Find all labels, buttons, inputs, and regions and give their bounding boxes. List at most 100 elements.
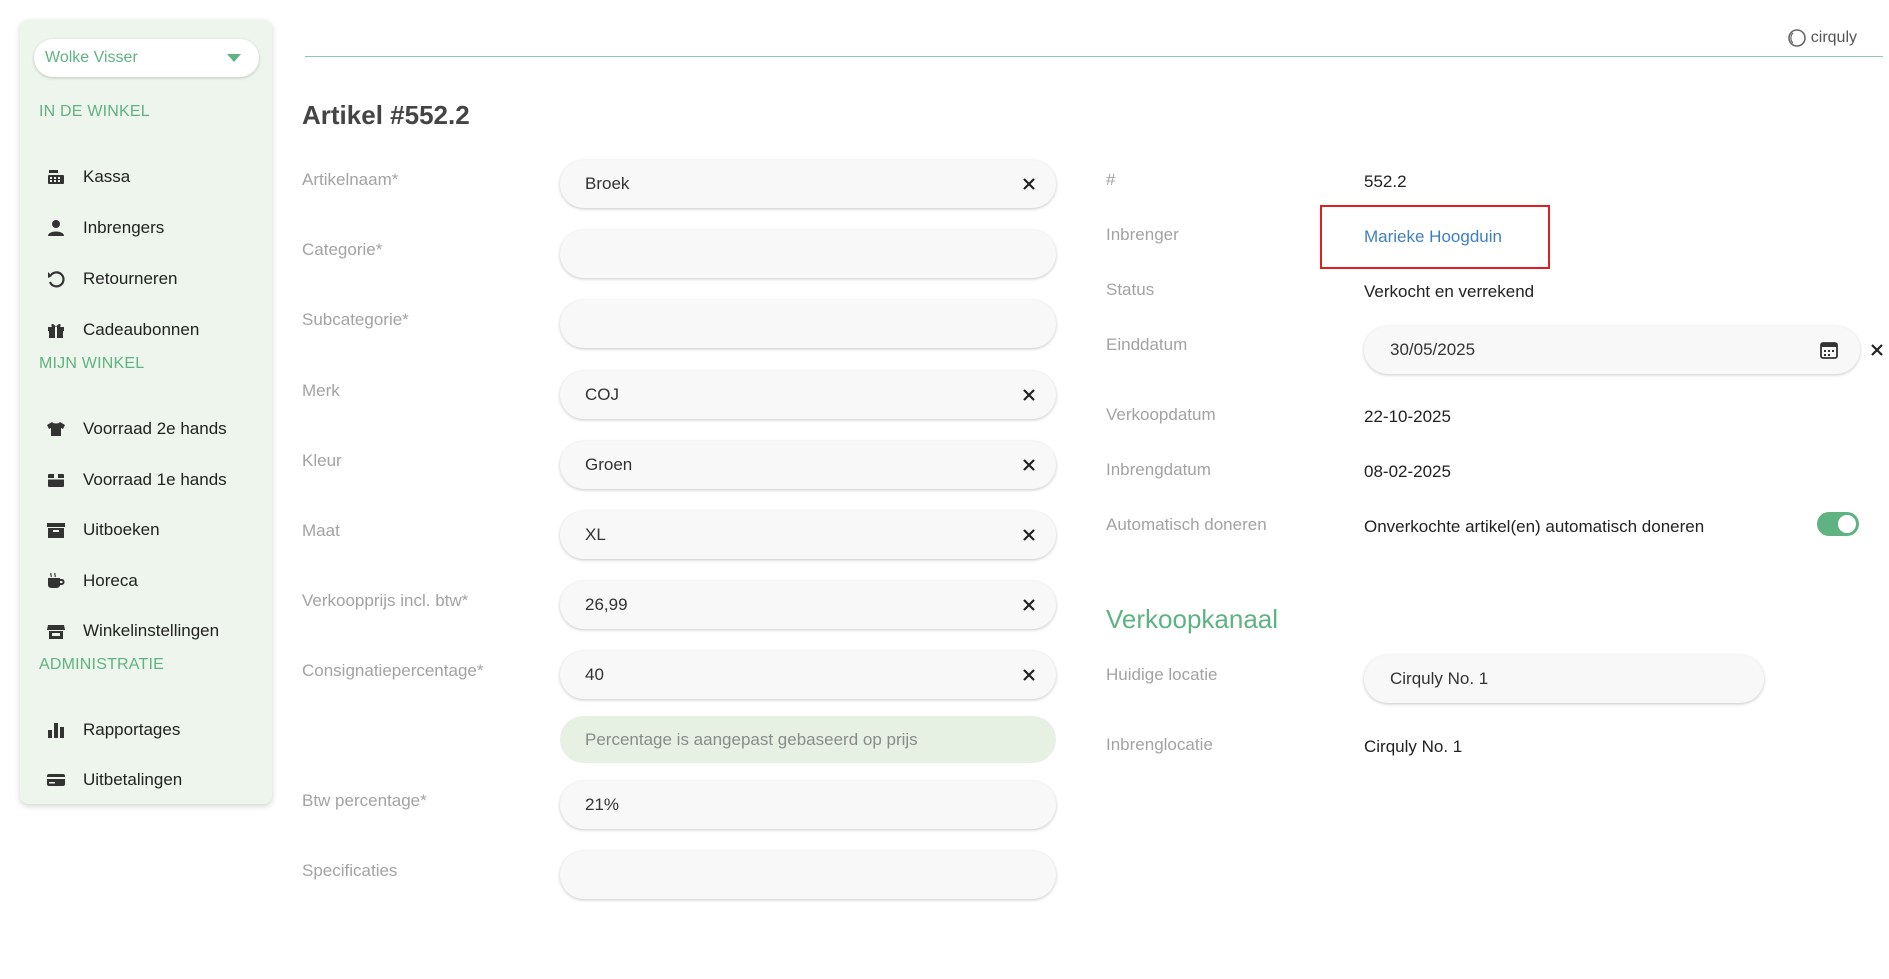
toggle-knob bbox=[1838, 515, 1856, 533]
label-inbrenger: Inbrenger bbox=[1106, 225, 1179, 244]
sidebar-item-cadeaubonnen[interactable]: Cadeaubonnen bbox=[20, 310, 272, 350]
label-id: # bbox=[1106, 170, 1116, 189]
field-value: COJ bbox=[585, 385, 619, 404]
label-categorie: Categorie* bbox=[302, 240, 383, 259]
einddatum-input[interactable]: 30/05/2025 bbox=[1364, 326, 1860, 374]
label-subcategorie: Subcategorie* bbox=[302, 310, 409, 329]
field-value: Groen bbox=[585, 455, 633, 474]
sidebar-item-label: Horeca bbox=[83, 571, 138, 590]
sidebar-item-label: Uitbetalingen bbox=[83, 770, 183, 789]
credit-card-icon bbox=[46, 770, 66, 790]
sidebar-item-winkelinstellingen[interactable]: Winkelinstellingen bbox=[20, 611, 272, 651]
close-icon[interactable] bbox=[1018, 454, 1040, 476]
sidebar-item-label: Winkelinstellingen bbox=[83, 621, 220, 640]
percentage-info-message: Percentage is aangepast gebaseerd op pri… bbox=[560, 716, 1056, 763]
bar-chart-icon bbox=[46, 720, 66, 740]
sidebar-item-inbrengers[interactable]: Inbrengers bbox=[20, 208, 272, 248]
label-specificaties: Specificaties bbox=[302, 861, 398, 880]
subcategorie-input[interactable] bbox=[560, 300, 1056, 348]
article-id: 552.2 bbox=[1364, 172, 1407, 191]
label-btw-percentage: Btw percentage* bbox=[302, 791, 427, 810]
brand-name: cirquly bbox=[1810, 29, 1857, 46]
sidebar-item-voorraad-2e-hands[interactable]: Voorraad 2e hands bbox=[20, 409, 272, 449]
consignatiepercentage-input[interactable]: 40 bbox=[560, 651, 1056, 699]
page-title: Artikel #552.2 bbox=[302, 100, 470, 130]
artikelnaam-input[interactable]: Broek bbox=[560, 160, 1056, 208]
user-name: Wolke Visser bbox=[45, 49, 138, 66]
label-maat: Maat bbox=[302, 521, 340, 540]
inbrenglocatie-value: Cirquly No. 1 bbox=[1364, 737, 1463, 756]
label-inbrengdatum: Inbrengdatum bbox=[1106, 460, 1211, 479]
inbrengdatum-value: 08-02-2025 bbox=[1364, 462, 1451, 481]
sidebar-item-voorraad-1e-hands[interactable]: Voorraad 1e hands bbox=[20, 460, 272, 500]
sidebar-item-label: Voorraad 1e hands bbox=[83, 470, 227, 489]
label-huidige-locatie: Huidige locatie bbox=[1106, 665, 1218, 684]
label-einddatum: Einddatum bbox=[1106, 335, 1188, 354]
huidige-locatie-select[interactable]: Cirquly No. 1 bbox=[1364, 655, 1764, 703]
sidebar-item-uitboeken[interactable]: Uitboeken bbox=[20, 510, 272, 550]
label-artikelnaam: Artikelnaam* bbox=[302, 170, 399, 189]
calendar-icon[interactable] bbox=[1818, 339, 1840, 361]
verkoopdatum-value: 22-10-2025 bbox=[1364, 407, 1451, 426]
sidebar-item-kassa[interactable]: Kassa bbox=[20, 157, 272, 197]
field-value: 26,99 bbox=[585, 595, 628, 614]
sidebar-item-label: Rapportages bbox=[83, 720, 181, 739]
highlight-box bbox=[1320, 205, 1550, 269]
field-value: Cirquly No. 1 bbox=[1390, 669, 1489, 688]
sidebar-item-label: Uitboeken bbox=[83, 520, 160, 539]
cash-register-icon bbox=[46, 167, 66, 187]
sidebar-item-label: Cadeaubonnen bbox=[83, 320, 200, 339]
box-icon bbox=[46, 470, 66, 490]
label-verkoopdatum: Verkoopdatum bbox=[1106, 405, 1216, 424]
chevron-down-icon bbox=[227, 54, 241, 62]
store-icon bbox=[46, 621, 66, 641]
sidebar-item-rapportages[interactable]: Rapportages bbox=[20, 710, 272, 750]
section-title-in-de-winkel: IN DE WINKEL bbox=[39, 103, 150, 120]
label-inbrenglocatie: Inbrenglocatie bbox=[1106, 735, 1213, 754]
kleur-input[interactable]: Groen bbox=[560, 441, 1056, 489]
label-merk: Merk bbox=[302, 381, 340, 400]
label-status: Status bbox=[1106, 280, 1155, 299]
cirquly-logo-icon bbox=[1787, 29, 1806, 47]
close-icon[interactable] bbox=[1018, 384, 1040, 406]
shirt-icon bbox=[46, 419, 66, 439]
maat-input[interactable]: XL bbox=[560, 511, 1056, 559]
sidebar-item-label: Kassa bbox=[83, 167, 131, 186]
section-heading-verkoopkanaal: Verkoopkanaal bbox=[1106, 604, 1279, 634]
sidebar-item-retourneren[interactable]: Retourneren bbox=[20, 259, 272, 299]
automatisch-doneren-text: Onverkochte artikel(en) automatisch done… bbox=[1364, 517, 1705, 536]
archive-icon bbox=[46, 520, 66, 540]
field-value: XL bbox=[585, 525, 606, 544]
close-icon[interactable] bbox=[1018, 594, 1040, 616]
field-value: 40 bbox=[585, 665, 604, 684]
btw-percentage-select[interactable]: 21% bbox=[560, 781, 1056, 829]
label-verkoopprijs: Verkoopprijs incl. btw* bbox=[302, 591, 469, 610]
sidebar: Wolke Visser IN DE WINKEL Kassa Inbrenge… bbox=[20, 20, 272, 804]
label-kleur: Kleur bbox=[302, 451, 342, 470]
return-icon bbox=[46, 269, 66, 289]
close-icon[interactable] bbox=[1018, 524, 1040, 546]
verkoopprijs-input[interactable]: 26,99 bbox=[560, 581, 1056, 629]
field-value: 21% bbox=[585, 795, 620, 814]
sidebar-item-horeca[interactable]: Horeca bbox=[20, 561, 272, 601]
sidebar-item-label: Retourneren bbox=[83, 269, 178, 288]
field-value: Broek bbox=[585, 174, 630, 193]
close-icon[interactable] bbox=[1018, 664, 1040, 686]
close-icon[interactable] bbox=[1866, 339, 1888, 361]
person-icon bbox=[46, 218, 66, 238]
section-title-mijn-winkel: MIJN WINKEL bbox=[39, 355, 145, 372]
gift-icon bbox=[46, 320, 66, 340]
status-value: Verkocht en verrekend bbox=[1364, 282, 1535, 301]
header-divider bbox=[305, 56, 1883, 57]
specificaties-input[interactable] bbox=[560, 851, 1056, 899]
sidebar-item-label: Inbrengers bbox=[83, 218, 165, 237]
categorie-input[interactable] bbox=[560, 230, 1056, 278]
auto-donate-toggle[interactable] bbox=[1817, 512, 1859, 536]
sidebar-item-uitbetalingen[interactable]: Uitbetalingen bbox=[20, 760, 272, 800]
sidebar-item-label: Voorraad 2e hands bbox=[83, 419, 227, 438]
section-title-administratie: ADMINISTRATIE bbox=[39, 656, 164, 673]
close-icon[interactable] bbox=[1018, 173, 1040, 195]
merk-input[interactable]: COJ bbox=[560, 371, 1056, 419]
label-consignatiepercentage: Consignatiepercentage* bbox=[302, 661, 484, 680]
user-select[interactable]: Wolke Visser bbox=[34, 39, 259, 77]
